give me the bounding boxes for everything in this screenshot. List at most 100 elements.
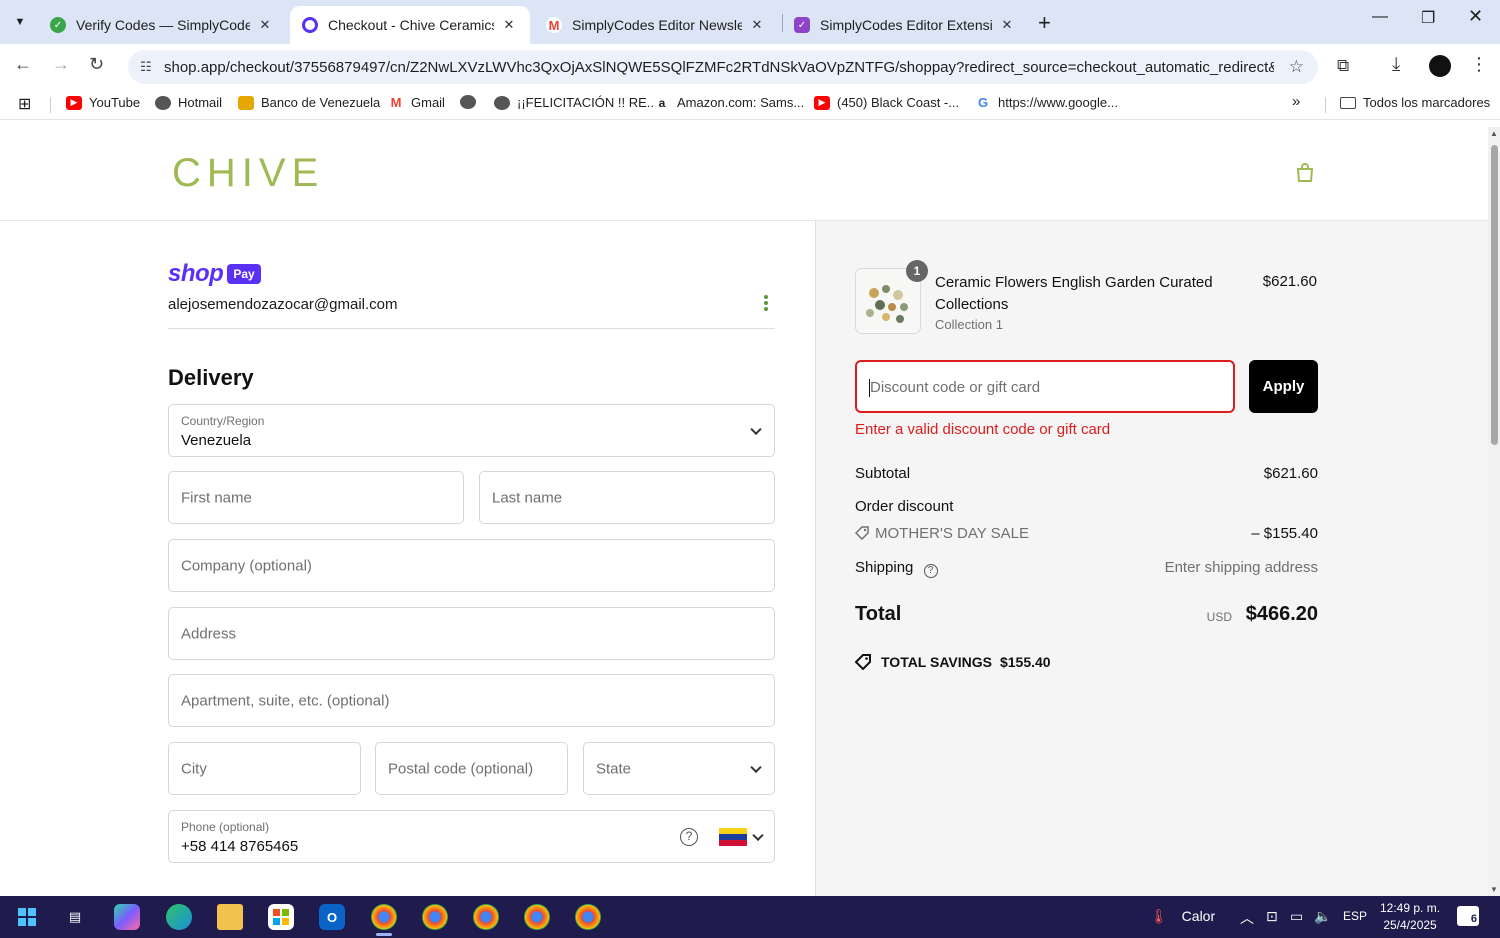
close-tab-icon[interactable]: ✕ — [500, 17, 518, 33]
store-logo[interactable]: CHIVE — [172, 151, 324, 196]
display-icon[interactable]: ▭ — [1290, 908, 1303, 925]
chevron-down-icon — [750, 423, 762, 435]
apartment-field[interactable]: Apartment, suite, etc. (optional) — [168, 674, 775, 727]
chrome-profile-icon[interactable] — [473, 904, 499, 930]
copilot-icon[interactable] — [114, 904, 140, 930]
youtube-icon: ▶ — [66, 95, 82, 110]
apply-button[interactable]: Apply — [1249, 360, 1318, 413]
menu-kebab-icon[interactable]: ⋮ — [1470, 54, 1488, 75]
profile-avatar[interactable] — [1429, 55, 1451, 77]
country-select[interactable]: Country/Region Venezuela — [168, 404, 775, 457]
venezuela-flag-icon[interactable] — [719, 828, 747, 846]
globe-icon — [155, 95, 171, 110]
shop-pay-logo: shop Pay — [168, 260, 261, 288]
phone-field[interactable]: Phone (optional) +58 414 8765465 ? — [168, 810, 775, 863]
help-icon[interactable]: ? — [680, 828, 698, 846]
weather-widget[interactable]: 🌡 Calor — [1150, 908, 1215, 925]
close-window-icon[interactable]: ✕ — [1468, 6, 1483, 27]
total-amount: $466.20 — [1245, 603, 1318, 625]
url-text: shop.app/checkout/37556879497/cn/Z2NwLXV… — [164, 58, 1274, 76]
tab-newsletter[interactable]: M SimplyCodes Editor Newsletter ✕ — [534, 6, 778, 44]
apps-grid-icon[interactable]: ⊞ — [18, 94, 31, 114]
notifications-icon[interactable]: 6 — [1457, 906, 1479, 926]
volume-icon[interactable]: 🔈 — [1314, 908, 1331, 925]
site-info-icon[interactable]: ☷ — [140, 59, 156, 75]
scroll-up-icon[interactable]: ▲ — [1490, 129, 1498, 138]
chrome-profile-icon[interactable] — [524, 904, 550, 930]
system-clock[interactable]: 12:49 p. m. 25/4/2025 — [1380, 900, 1440, 934]
amazon-icon: a — [654, 95, 670, 110]
shipping-row: Shipping ? Enter shipping address — [855, 559, 1318, 578]
bookmark-black-coast[interactable]: ▶ (450) Black Coast -... — [814, 95, 959, 110]
outlook-icon[interactable]: O — [319, 904, 345, 930]
tab-checkout[interactable]: Checkout - Chive Ceramics Stuc ✕ — [290, 6, 530, 44]
file-explorer-icon[interactable] — [217, 904, 243, 930]
google-icon: G — [975, 95, 991, 110]
bookmark-youtube[interactable]: ▶ YouTube — [66, 95, 140, 110]
minimize-icon[interactable]: — — [1372, 8, 1388, 26]
task-view-icon[interactable]: ▤ — [62, 904, 88, 930]
language-indicator[interactable]: ESP — [1343, 909, 1367, 923]
bookmark-banco-venezuela[interactable]: Banco de Venezuela — [238, 95, 380, 110]
restore-icon[interactable]: ❐ — [1421, 8, 1435, 28]
chevron-down-icon[interactable] — [752, 829, 764, 841]
bookmark-felicitacion[interactable]: ¡¡FELICITACIÓN !! RE... — [494, 95, 658, 110]
shipping-help-icon[interactable]: ? — [923, 564, 938, 578]
folder-icon — [1340, 96, 1356, 109]
tab-search-button[interactable]: ▼ — [6, 8, 34, 36]
address-field[interactable]: Address — [168, 607, 775, 660]
shop-favicon-icon — [302, 17, 318, 33]
all-bookmarks-folder[interactable]: Todos los marcadores — [1340, 95, 1490, 110]
more-bookmarks-icon[interactable]: » — [1292, 93, 1300, 110]
checkout-form-column: shop Pay alejosemendozazocar@gmail.com D… — [0, 221, 815, 896]
bookmark-gmail[interactable]: M Gmail — [388, 95, 445, 110]
forward-arrow-icon[interactable]: → — [52, 54, 70, 75]
edge-icon[interactable] — [166, 904, 192, 930]
checkout-page: CHIVE shop Pay alejosemendozazocar@gmail… — [0, 127, 1488, 896]
network-icon[interactable]: ⊡ — [1266, 908, 1278, 925]
shopping-bag-icon[interactable] — [1295, 163, 1315, 183]
scroll-down-icon[interactable]: ▼ — [1490, 885, 1498, 894]
close-tab-icon[interactable]: ✕ — [748, 17, 766, 33]
quantity-badge: 1 — [906, 260, 928, 282]
discount-error-message: Enter a valid discount code or gift card — [855, 421, 1111, 438]
bookmark-google[interactable]: G https://www.google... — [975, 95, 1118, 110]
total-savings: TOTAL SAVINGS $155.40 — [855, 654, 1051, 670]
tab-verify-codes[interactable]: ✓ Verify Codes — SimplyCodes ✕ — [38, 6, 286, 44]
gmail-favicon-icon: M — [546, 17, 562, 33]
last-name-field[interactable]: Last name — [479, 471, 775, 524]
account-options-icon[interactable] — [762, 293, 770, 313]
show-hidden-icons[interactable]: ︿ — [1240, 908, 1254, 928]
microsoft-store-icon[interactable] — [268, 904, 294, 930]
download-icon[interactable]: ⤓ — [1392, 54, 1400, 76]
address-bar[interactable]: ☷ shop.app/checkout/37556879497/cn/Z2NwL… — [128, 50, 1318, 84]
chrome-profile-icon[interactable] — [575, 904, 601, 930]
bookmark-globe[interactable] — [460, 95, 483, 109]
postal-code-field[interactable]: Postal code (optional) — [375, 742, 568, 795]
close-tab-icon[interactable]: ✕ — [998, 17, 1016, 33]
reload-icon[interactable]: ↻ — [89, 54, 104, 75]
close-tab-icon[interactable]: ✕ — [256, 17, 274, 33]
back-arrow-icon[interactable]: ← — [14, 54, 32, 75]
page-scrollbar[interactable]: ▲ ▼ — [1488, 127, 1500, 896]
company-field[interactable]: Company (optional) — [168, 539, 775, 592]
extensions-icon[interactable]: ⧉ — [1337, 56, 1349, 76]
bookmark-amazon[interactable]: a Amazon.com: Sams... — [654, 95, 804, 110]
discount-code-input[interactable]: Discount code or gift card — [855, 360, 1235, 413]
bookmark-hotmail[interactable]: Hotmail — [155, 95, 222, 110]
scrollbar-thumb[interactable] — [1491, 145, 1498, 445]
chrome-icon[interactable] — [371, 904, 397, 936]
city-field[interactable]: City — [168, 742, 361, 795]
new-tab-button[interactable]: + — [1038, 10, 1051, 36]
windows-start-icon[interactable] — [14, 904, 40, 930]
state-select[interactable]: State — [583, 742, 775, 795]
chrome-profile-icon[interactable] — [422, 904, 448, 930]
subtotal-row: Subtotal $621.60 — [855, 465, 1318, 482]
savings-tag-icon — [855, 654, 871, 670]
windows-taskbar: ▤ O 🌡 Calor ︿ ⊡ ▭ 🔈 ESP 12:49 p. m. 25/4… — [0, 896, 1500, 938]
bookmark-star-icon[interactable]: ☆ — [1289, 57, 1304, 77]
tab-editor-extension[interactable]: ✓ SimplyCodes Editor Extension: E ✕ — [782, 6, 1028, 44]
first-name-field[interactable]: First name — [168, 471, 464, 524]
gmail-icon: M — [388, 95, 404, 110]
text-cursor — [869, 379, 870, 397]
